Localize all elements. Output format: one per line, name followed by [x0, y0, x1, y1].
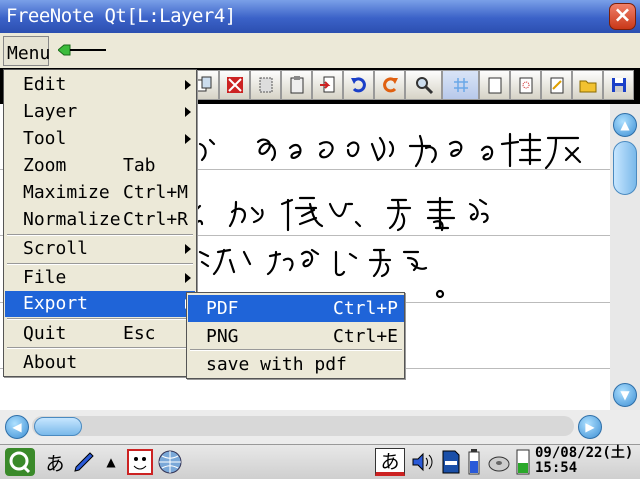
clock-time: 15:54: [535, 460, 578, 476]
menu-item-layer[interactable]: Layer: [5, 99, 195, 125]
taskbar: あ ▲ あ 09/08/22(土) 15:54: [0, 444, 640, 479]
menu-item-edit[interactable]: Edit: [5, 72, 195, 98]
new-page-icon[interactable]: [479, 70, 510, 100]
submenu-arrow-icon: [185, 244, 191, 254]
submenu-arrow-icon: [185, 134, 191, 144]
menu-item-scroll[interactable]: Scroll: [5, 236, 195, 262]
paste-icon[interactable]: [250, 70, 281, 100]
scroll-down-icon[interactable]: ▼: [613, 383, 637, 407]
battery-icon: [466, 448, 482, 476]
ime-indicator[interactable]: あ: [44, 448, 66, 476]
scroll-up-icon[interactable]: ▲: [613, 113, 637, 137]
shortcut-label: Ctrl+M: [123, 182, 189, 203]
menu-item-about[interactable]: About: [5, 350, 195, 376]
submenu-arrow-icon: [185, 80, 191, 90]
redo-icon[interactable]: [374, 70, 405, 100]
tray-expand-icon[interactable]: ▲: [104, 448, 118, 476]
menu-item-quit[interactable]: Quit Esc: [5, 321, 195, 347]
edit-icon[interactable]: [541, 70, 572, 100]
menu-item-tool[interactable]: Tool: [5, 126, 195, 152]
menu-separator: [7, 347, 193, 349]
clock-date: 09/08/22(土): [535, 445, 634, 461]
submenu-arrow-icon: [185, 273, 191, 283]
menu-item-export[interactable]: Export: [5, 291, 195, 317]
toolbar: [188, 70, 634, 100]
vertical-scrollbar[interactable]: ▲ ▼: [610, 104, 640, 410]
undo-icon[interactable]: [343, 70, 374, 100]
clock[interactable]: 09/08/22(土) 15:54: [535, 446, 633, 476]
shortcut-label: Ctrl+R: [123, 209, 189, 230]
open-folder-icon[interactable]: [572, 70, 603, 100]
export-submenu: PDF Ctrl+P PNG Ctrl+E save with pdf: [186, 292, 405, 379]
menu-separator: [7, 318, 193, 320]
title-bar: FreeNote Qt[L:Layer4] ×: [0, 0, 640, 33]
save-icon[interactable]: [603, 70, 634, 100]
menu-item-file[interactable]: File: [5, 265, 195, 291]
export-pdf-item[interactable]: PDF Ctrl+P: [188, 295, 404, 322]
speaker-icon[interactable]: [409, 448, 435, 476]
select-icon[interactable]: [219, 70, 250, 100]
submenu-arrow-icon: [185, 107, 191, 117]
sd-card-icon[interactable]: [440, 448, 462, 476]
template-icon[interactable]: [510, 70, 541, 100]
menu-item-normalize[interactable]: Normalize Ctrl+R: [5, 207, 195, 233]
pen-icon[interactable]: [70, 448, 98, 476]
save-with-pdf-item[interactable]: save with pdf: [188, 351, 404, 378]
face-app-icon[interactable]: [126, 448, 154, 476]
zoom-icon[interactable]: [405, 70, 442, 100]
horizontal-scroll-track[interactable]: [32, 416, 574, 436]
menu-item-zoom[interactable]: Zoom Tab: [5, 153, 195, 179]
menu-item-maximize[interactable]: Maximize Ctrl+M: [5, 180, 195, 206]
horizontal-scroll-thumb[interactable]: [34, 417, 82, 436]
pen-indicator-icon: [58, 44, 106, 56]
window-title: FreeNote Qt[L:Layer4]: [6, 5, 236, 27]
shortcut-label: Ctrl+P: [333, 298, 399, 319]
input-method-button[interactable]: あ: [375, 448, 405, 476]
scroll-left-icon[interactable]: ◀: [5, 415, 29, 439]
network-globe-icon[interactable]: [156, 448, 184, 476]
signal-strength-icon: [515, 448, 531, 476]
start-menu-icon[interactable]: [2, 448, 38, 476]
horizontal-scrollbar[interactable]: ◀ ▶: [0, 410, 640, 444]
close-button[interactable]: ×: [609, 3, 636, 30]
shortcut-label: Ctrl+E: [333, 326, 399, 347]
disk-icon[interactable]: [486, 448, 512, 476]
menu-button[interactable]: Menu: [3, 36, 50, 66]
vertical-scroll-thumb[interactable]: [613, 141, 637, 195]
shortcut-label: Tab: [123, 155, 156, 176]
grid-icon[interactable]: [442, 70, 479, 100]
menu-bar: Menu: [0, 33, 640, 68]
clipboard-icon[interactable]: [281, 70, 312, 100]
export-png-item[interactable]: PNG Ctrl+E: [188, 323, 404, 350]
main-menu: Edit Layer Tool Zoom Tab Maximize Ctrl+M N…: [3, 69, 197, 377]
scroll-right-icon[interactable]: ▶: [578, 415, 602, 439]
shortcut-label: Esc: [123, 323, 156, 344]
insert-icon[interactable]: [312, 70, 343, 100]
